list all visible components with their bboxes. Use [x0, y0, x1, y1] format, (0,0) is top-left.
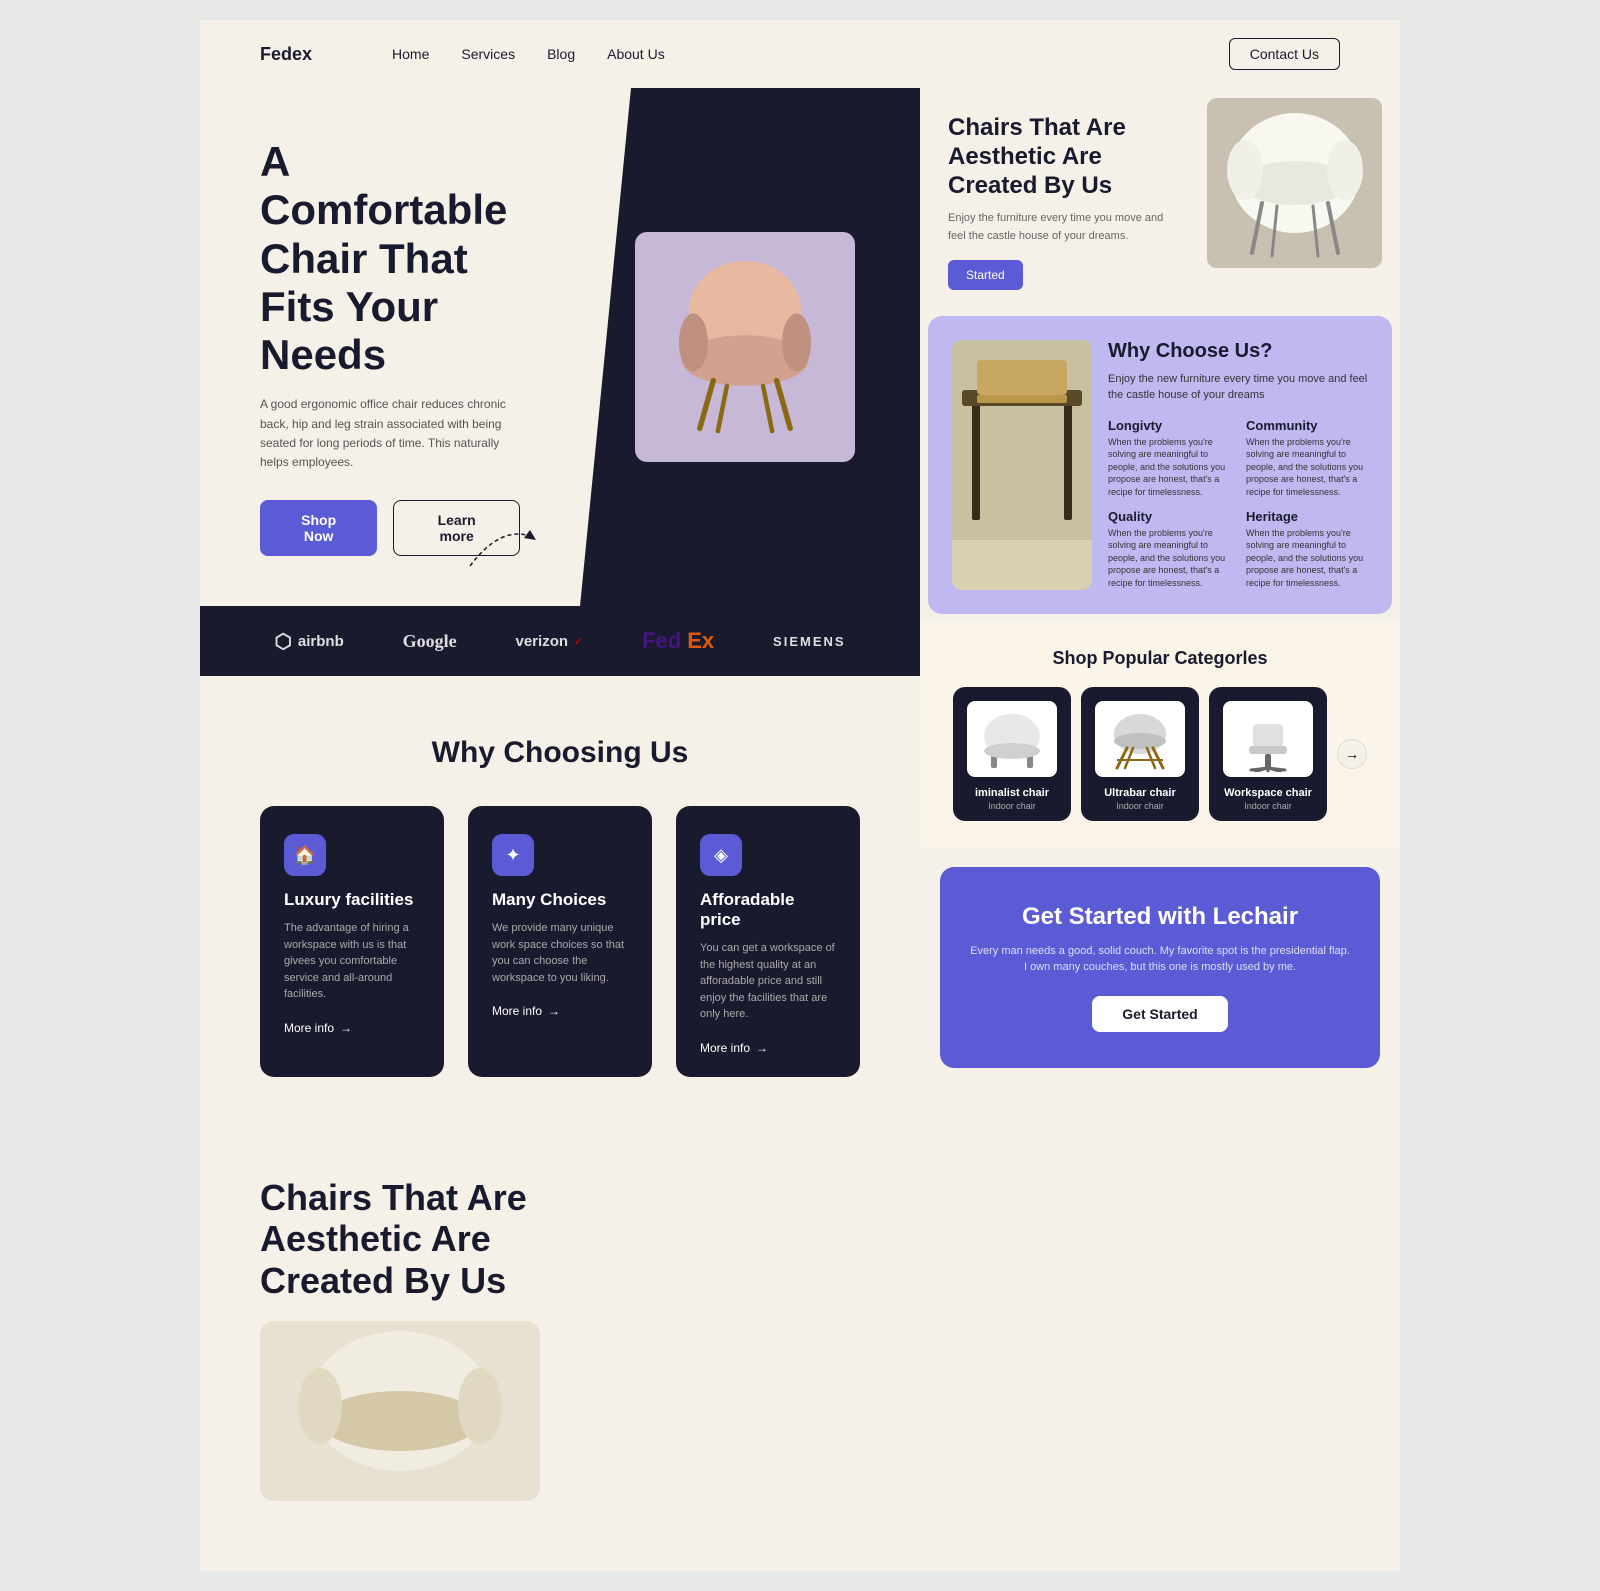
workspace-chair-image — [1223, 701, 1313, 777]
why-card-1-desc: The advantage of hiring a workspace with… — [284, 920, 420, 1003]
why-card-2: ✦ Many Choices We provide many unique wo… — [468, 806, 652, 1077]
feature-longevity-desc: When the problems you're solving are mea… — [1108, 436, 1230, 499]
bottom-left-section: Chairs That Are Aesthetic Are Created By… — [200, 1127, 920, 1571]
feature-heritage-title: Heritage — [1246, 509, 1368, 524]
feature-community-desc: When the problems you're solving are mea… — [1246, 436, 1368, 499]
feature-heritage: Heritage When the problems you're solvin… — [1246, 509, 1368, 590]
shop-now-button[interactable]: Shop Now — [260, 500, 377, 556]
shop-card-workspace-name: Workspace chair — [1221, 787, 1315, 799]
why-choose-inner: Why Choose Us? Enjoy the new furniture e… — [952, 340, 1368, 590]
right-hero-button[interactable]: Started — [948, 260, 1023, 290]
brands-bar: airbnb Google verizon✓ FedEx SIEMENS — [200, 606, 920, 676]
brand-fedex: FedEx — [642, 628, 714, 654]
right-hero-top: Chairs That Are Aesthetic Are Created By… — [920, 88, 1400, 308]
why-card-1-icon: 🏠 — [284, 834, 326, 876]
feature-quality-desc: When the problems you're solving are mea… — [1108, 527, 1230, 590]
shop-section: Shop Popular Categorles — [920, 622, 1400, 847]
why-choose-section: Why Choose Us? Enjoy the new furniture e… — [928, 316, 1392, 614]
why-card-2-title: Many Choices — [492, 890, 628, 910]
get-started-title: Get Started with Lechair — [970, 903, 1350, 931]
get-started-description: Every man needs a good, solid couch. My … — [970, 943, 1350, 976]
shop-card-ultrabar-name: Ultrabar chair — [1093, 787, 1187, 799]
nav-about[interactable]: About Us — [607, 46, 665, 62]
why-card-3-more[interactable]: More info → — [700, 1041, 836, 1055]
why-choosing-section: Why Choosing Us 🏠 Luxury facilities The … — [200, 676, 920, 1127]
get-started-wrapper: Get Started with Lechair Every man needs… — [920, 847, 1400, 1088]
nav-services[interactable]: Services — [461, 46, 515, 62]
why-cards: 🏠 Luxury facilities The advantage of hir… — [260, 806, 860, 1077]
feature-longevity: Longivty When the problems you're solvin… — [1108, 418, 1230, 499]
why-card-3-desc: You can get a workspace of the highest q… — [700, 940, 836, 1023]
right-hero-description: Enjoy the furniture every time you move … — [948, 210, 1182, 245]
brand-google: Google — [403, 631, 457, 652]
hero-chair-image — [660, 252, 830, 442]
shop-card-minimalist: iminalist chair Indoor chair — [953, 687, 1071, 821]
brand-airbnb: airbnb — [274, 629, 343, 654]
feature-community-title: Community — [1246, 418, 1368, 433]
brand-logo: Fedex — [260, 44, 312, 65]
feature-community: Community When the problems you're solvi… — [1246, 418, 1368, 499]
stacked-chairs-image — [952, 340, 1092, 590]
why-card-1: 🏠 Luxury facilities The advantage of hir… — [260, 806, 444, 1077]
feature-longevity-title: Longivty — [1108, 418, 1230, 433]
feature-heritage-desc: When the problems you're solving are mea… — [1246, 527, 1368, 590]
bottom-title: Chairs That Are Aesthetic Are Created By… — [260, 1177, 600, 1301]
hero-left: A Comfortable Chair That Fits Your Needs… — [200, 88, 580, 606]
fluffy-chair-image-right — [1207, 98, 1382, 268]
why-card-3: ◈ Afforadable price You can get a worksp… — [676, 806, 860, 1077]
why-choose-title: Why Choose Us? — [1108, 340, 1368, 363]
nav-blog[interactable]: Blog — [547, 46, 575, 62]
hero-chair-card — [635, 232, 855, 462]
hero-section: A Comfortable Chair That Fits Your Needs… — [200, 88, 920, 606]
why-choose-description: Enjoy the new furniture every time you m… — [1108, 371, 1368, 404]
why-choosing-title: Why Choosing Us — [260, 736, 860, 770]
why-card-1-more[interactable]: More info → — [284, 1021, 420, 1035]
navbar: Fedex Home Services Blog About Us Contac… — [200, 20, 1400, 88]
shop-card-workspace-sub: Indoor chair — [1221, 801, 1315, 811]
get-started-card: Get Started with Lechair Every man needs… — [940, 867, 1380, 1068]
shop-title: Shop Popular Categorles — [940, 648, 1380, 669]
nav-home[interactable]: Home — [392, 46, 429, 62]
shop-next-button[interactable]: → — [1337, 739, 1367, 769]
minimalist-chair-image — [967, 701, 1057, 777]
feature-quality-title: Quality — [1108, 509, 1230, 524]
why-card-2-desc: We provide many unique work space choice… — [492, 920, 628, 986]
why-choose-content: Why Choose Us? Enjoy the new furniture e… — [1108, 340, 1368, 590]
decorative-arrow — [460, 516, 540, 576]
contact-us-button[interactable]: Contact Us — [1229, 38, 1340, 70]
shop-card-ultrabar-sub: Indoor chair — [1093, 801, 1187, 811]
bottom-chair-image — [260, 1321, 540, 1501]
shop-items: iminalist chair Indoor chair — [940, 687, 1380, 821]
why-card-2-icon: ✦ — [492, 834, 534, 876]
brand-siemens: SIEMENS — [773, 634, 846, 649]
brand-verizon: verizon✓ — [516, 633, 584, 650]
feature-quality: Quality When the problems you're solving… — [1108, 509, 1230, 590]
shop-card-minimalist-sub: Indoor chair — [965, 801, 1059, 811]
why-card-3-title: Afforadable price — [700, 890, 836, 930]
shop-card-workspace: Workspace chair Indoor chair — [1209, 687, 1327, 821]
why-card-3-icon: ◈ — [700, 834, 742, 876]
get-started-button[interactable]: Get Started — [1092, 996, 1227, 1032]
right-column: Chairs That Are Aesthetic Are Created By… — [920, 88, 1400, 1571]
right-hero-title: Chairs That Are Aesthetic Are Created By… — [948, 114, 1182, 200]
ultrabar-chair-image — [1095, 701, 1185, 777]
nav-links: Home Services Blog About Us — [392, 46, 1189, 62]
shop-card-ultrabar: Ultrabar chair Indoor chair — [1081, 687, 1199, 821]
shop-card-minimalist-name: iminalist chair — [965, 787, 1059, 799]
fluffy-chair-image — [260, 1321, 540, 1501]
why-card-2-more[interactable]: More info → — [492, 1004, 628, 1018]
hero-description: A good ergonomic office chair reduces ch… — [260, 395, 520, 472]
hero-title: A Comfortable Chair That Fits Your Needs — [260, 138, 520, 379]
hero-chair-panel — [580, 88, 920, 606]
why-choose-features: Longivty When the problems you're solvin… — [1108, 418, 1368, 590]
why-card-1-title: Luxury facilities — [284, 890, 420, 910]
